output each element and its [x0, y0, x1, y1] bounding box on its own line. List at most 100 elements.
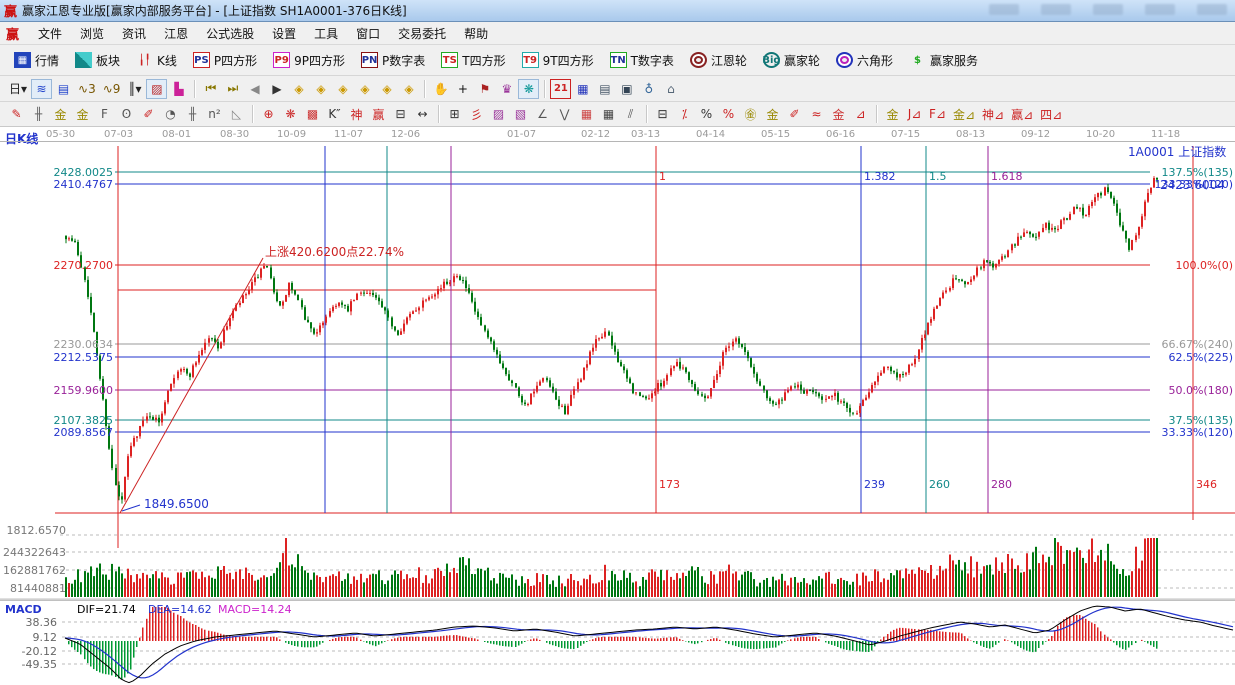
- menu-item-9[interactable]: 交易委托: [389, 23, 455, 44]
- n-squared-icon[interactable]: n²: [204, 104, 225, 124]
- angle-ruler-icon[interactable]: ◺: [226, 104, 247, 124]
- gold-grid-2-icon[interactable]: 金: [72, 104, 93, 124]
- fan-box-icon[interactable]: ▨: [488, 104, 509, 124]
- slant-lines-icon[interactable]: ⫽: [620, 104, 641, 124]
- wave-band-icon[interactable]: ≈: [806, 104, 827, 124]
- zoom-compress-icon[interactable]: ◈: [354, 79, 375, 99]
- gann-crown-tool-icon[interactable]: ♛: [496, 79, 517, 99]
- toolbar-item-T数字表[interactable]: TNT数字表: [604, 49, 680, 72]
- period-day-dropdown-icon[interactable]: 日▾: [6, 79, 30, 99]
- pan-hand-icon[interactable]: ✋: [430, 79, 451, 99]
- price-ladder-icon[interactable]: ⊟: [652, 104, 673, 124]
- spiral-tool-icon[interactable]: ʘ: [116, 104, 137, 124]
- jump-last-icon[interactable]: ⏭: [222, 79, 243, 99]
- toolbar-item-K线[interactable]: ╽╿K线: [130, 49, 183, 72]
- v-wave-icon[interactable]: ⋁: [554, 104, 575, 124]
- titlebar-faded-item[interactable]: [1197, 4, 1227, 15]
- gold-level-icon[interactable]: 金: [762, 104, 783, 124]
- toolbar-item-板块[interactable]: 板块: [69, 49, 126, 72]
- volume-histogram-tool-icon[interactable]: ▙: [168, 79, 189, 99]
- gold-red-level-icon[interactable]: 金: [828, 104, 849, 124]
- percent-icon[interactable]: %: [696, 104, 717, 124]
- calculator-icon[interactable]: ▦: [572, 79, 593, 99]
- chart-area[interactable]: 日K线 1A0001 上证指数 05-3007-0308-0108-3010-0…: [0, 127, 1235, 685]
- toolbar-item-9P四方形[interactable]: P99P四方形: [267, 49, 351, 72]
- j-angle-icon[interactable]: J⊿: [904, 104, 925, 124]
- f-grid-icon[interactable]: F: [94, 104, 115, 124]
- web-brain-tool-icon[interactable]: ❋: [518, 79, 539, 99]
- ruler-pencil-icon[interactable]: ✐: [138, 104, 159, 124]
- toolbar-item-P四方形[interactable]: PSP四方形: [187, 49, 263, 72]
- k-quote-icon[interactable]: K″: [324, 104, 345, 124]
- toolbar-item-赢家服务[interactable]: $赢家服务: [903, 49, 984, 72]
- toolbar-item-赢家轮[interactable]: Big赢家轮: [757, 49, 826, 72]
- red-grid-icon[interactable]: ▦: [576, 104, 597, 124]
- comb-grid-icon[interactable]: ╫: [28, 104, 49, 124]
- menu-item-6[interactable]: 设置: [263, 23, 305, 44]
- titlebar-faded-item[interactable]: [1145, 4, 1175, 15]
- angle-flag-tool-icon[interactable]: ⚑: [474, 79, 495, 99]
- si-angle-icon[interactable]: 四⊿: [1037, 104, 1065, 124]
- zoom-horizontal-icon[interactable]: ◈: [332, 79, 353, 99]
- toolbar-item-六角形[interactable]: 六角形: [830, 49, 899, 72]
- toolbar-item-T四方形[interactable]: TST四方形: [435, 49, 511, 72]
- titlebar-faded-item[interactable]: [989, 4, 1019, 15]
- remote-service-icon[interactable]: ⌂: [660, 79, 681, 99]
- menu-item-3[interactable]: 资讯: [113, 23, 155, 44]
- mini-chart-9-icon[interactable]: ∿9: [100, 79, 124, 99]
- zoom-all-icon[interactable]: ◈: [398, 79, 419, 99]
- width-measure-icon[interactable]: ↔: [412, 104, 433, 124]
- red-angle-icon[interactable]: ⊿: [850, 104, 871, 124]
- star-web-icon[interactable]: ❋: [280, 104, 301, 124]
- ying-grid-icon[interactable]: 赢: [368, 104, 389, 124]
- menu-item-10[interactable]: 帮助: [455, 23, 497, 44]
- titlebar-faded-item[interactable]: [1093, 4, 1123, 15]
- ying-angle-icon[interactable]: 赢⊿: [1008, 104, 1036, 124]
- pane-splitter[interactable]: [0, 597, 1235, 601]
- web-box-icon[interactable]: ▩: [302, 104, 323, 124]
- toolbar-item-行情[interactable]: ▦行情: [8, 49, 65, 72]
- toolbar-item-P数字表[interactable]: PNP数字表: [355, 49, 431, 72]
- ruler-123-icon[interactable]: ⊟: [390, 104, 411, 124]
- gold-angle-icon[interactable]: 金⊿: [950, 104, 978, 124]
- menu-item-2[interactable]: 浏览: [71, 23, 113, 44]
- jump-first-icon[interactable]: ⏮: [200, 79, 221, 99]
- menu-item-1[interactable]: 文件: [29, 23, 71, 44]
- percent-line-icon[interactable]: ⁒: [674, 104, 695, 124]
- red-pattern-tool-icon[interactable]: ▨: [146, 79, 167, 99]
- next-bar-icon[interactable]: ▶: [266, 79, 287, 99]
- gold-circle-icon[interactable]: ㊎: [740, 104, 761, 124]
- toolbar-item-江恩轮[interactable]: 江恩轮: [684, 49, 753, 72]
- fan-lines-icon[interactable]: 彡: [466, 104, 487, 124]
- menu-item-7[interactable]: 工具: [305, 23, 347, 44]
- prev-bar-icon[interactable]: ◀: [244, 79, 265, 99]
- time-circle-icon[interactable]: ◔: [160, 104, 181, 124]
- send-report-icon[interactable]: ♁: [638, 79, 659, 99]
- titlebar-faded-item[interactable]: [1041, 4, 1071, 15]
- circle-cross-icon[interactable]: ⊕: [258, 104, 279, 124]
- shen-grid-icon[interactable]: 神: [346, 104, 367, 124]
- gold-underline-icon[interactable]: 金: [882, 104, 903, 124]
- zoom-right-icon[interactable]: ◈: [310, 79, 331, 99]
- candle-style-dropdown-icon[interactable]: ║▾: [124, 79, 145, 99]
- f-angle-icon[interactable]: F⊿: [926, 104, 949, 124]
- toolbar-item-9T四方形[interactable]: T99T四方形: [516, 49, 600, 72]
- draw-pencil-icon[interactable]: ✎: [6, 104, 27, 124]
- axis-grid-icon[interactable]: ▦: [598, 104, 619, 124]
- calendar-21-icon[interactable]: 21: [550, 79, 571, 99]
- zoom-expand-icon[interactable]: ◈: [376, 79, 397, 99]
- menu-item-5[interactable]: 公式选股: [197, 23, 263, 44]
- comb-grid-2-icon[interactable]: ╫: [182, 104, 203, 124]
- zoom-left-icon[interactable]: ◈: [288, 79, 309, 99]
- menu-item-4[interactable]: 江恩: [155, 23, 197, 44]
- angle-lines-icon[interactable]: ∠: [532, 104, 553, 124]
- crosshair-icon[interactable]: +: [452, 79, 473, 99]
- save-icon[interactable]: ▣: [616, 79, 637, 99]
- shen-angle-icon[interactable]: 神⊿: [979, 104, 1007, 124]
- trade-notes-icon[interactable]: ▤: [594, 79, 615, 99]
- box-frame-icon[interactable]: ⊞: [444, 104, 465, 124]
- flag-pencil-icon[interactable]: ✐: [784, 104, 805, 124]
- info-panel-icon[interactable]: ▤: [53, 79, 74, 99]
- percent-red-icon[interactable]: %: [718, 104, 739, 124]
- mini-chart-3-icon[interactable]: ∿3: [75, 79, 99, 99]
